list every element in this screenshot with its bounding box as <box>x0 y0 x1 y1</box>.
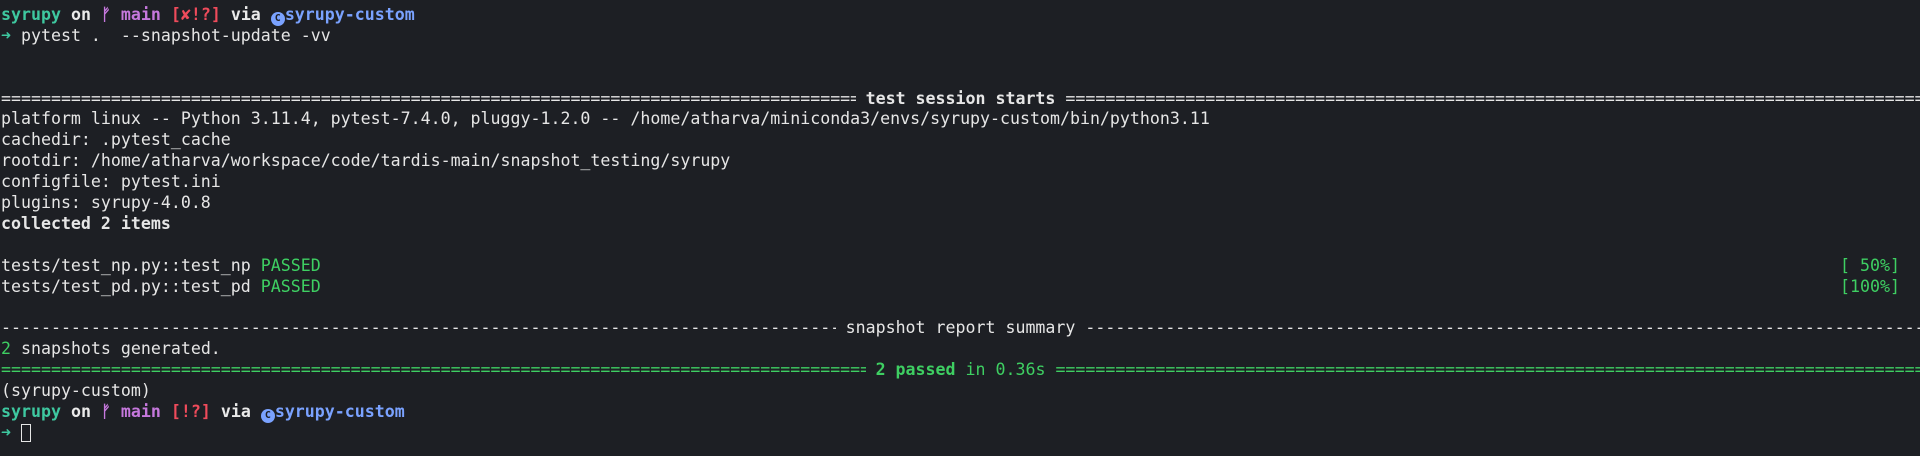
session-header: ========================================… <box>1 89 1920 110</box>
separator-left: ----------------------------------------… <box>1 318 836 338</box>
rootdir-line: rootdir: /home/atharva/workspace/code/ta… <box>1 151 731 171</box>
git-branch-icon: ᚠ <box>100 401 111 421</box>
test-status: PASSED <box>260 255 321 275</box>
git-branch-icon: ᚠ <box>100 5 111 24</box>
test-name: tests/test_np.py::test_np <box>1 255 251 275</box>
prompt-via: via <box>220 401 251 421</box>
terminal-window[interactable]: ~/syrupy syrupy on ᚠ main [✘!?] via Csyr… <box>0 0 1920 456</box>
separator-left: ========================================… <box>1 88 856 108</box>
input-line[interactable]: ➜ <box>1 423 1920 444</box>
plugins-line: plugins: syrupy-4.0.8 <box>1 193 211 213</box>
test-name: tests/test_pd.py::test_pd <box>1 276 251 296</box>
separator-right: ----------------------------------------… <box>1085 318 1920 338</box>
snapshot-header: ----------------------------------------… <box>1 318 1920 339</box>
session-title: test session starts <box>855 88 1066 108</box>
prompt-line-1: syrupy on ᚠ main [✘!?] via Csyrupy-custo… <box>1 5 1920 26</box>
configfile-line: configfile: pytest.ini <box>1 172 221 192</box>
platform-line: platform linux -- Python 3.11.4, pytest-… <box>1 109 1210 129</box>
passed-count: 2 passed <box>875 360 956 380</box>
prompt-line-2: syrupy on ᚠ main [!?] via Csyrupy-custom <box>1 402 1920 423</box>
test-progress: [100%] <box>1840 276 1900 296</box>
separator-right: ========================================… <box>1055 360 1920 380</box>
prompt-branch: main <box>120 5 161 24</box>
snapshot-title: snapshot report summary <box>835 318 1086 338</box>
prompt-arrow-icon: ➜ <box>1 25 11 45</box>
prompt-on: on <box>70 5 91 24</box>
command-line: ➜ pytest . --snapshot-update -vv <box>1 26 1920 47</box>
conda-icon: C <box>260 408 275 423</box>
test-result-row: tests/test_np.py::test_np PASSED [ 50%] <box>1 256 1920 277</box>
prompt-on: on <box>70 401 91 421</box>
prompt-branch: main <box>120 401 161 421</box>
separator-left: ========================================… <box>1 360 866 380</box>
prompt-git-status: [!?] <box>170 401 211 421</box>
prompt-dir: syrupy <box>1 5 61 24</box>
test-result-row: tests/test_pd.py::test_pd PASSED [100%] <box>1 277 1920 298</box>
duration: in 0.36s <box>955 360 1046 380</box>
collected-line: collected 2 items <box>1 213 171 233</box>
test-progress: [ 50%] <box>1840 255 1900 275</box>
conda-icon: C <box>270 12 285 26</box>
snapshot-count: 2 <box>1 339 11 359</box>
snapshot-generated-text: snapshots generated. <box>11 339 221 359</box>
snapshot-generated-line: 2 snapshots generated. <box>1 339 1920 360</box>
text-cursor[interactable] <box>21 423 31 442</box>
prompt-via: via <box>230 5 261 24</box>
prompt-git-status: [✘!?] <box>170 5 221 24</box>
env-line: (syrupy-custom) <box>1 381 151 401</box>
separator-right: ========================================… <box>1065 88 1920 108</box>
prompt-env: syrupy-custom <box>284 5 415 24</box>
cachedir-line: cachedir: .pytest_cache <box>1 130 231 150</box>
prompt-env: syrupy-custom <box>274 401 405 421</box>
command-text: pytest . --snapshot-update -vv <box>21 25 331 45</box>
prompt-dir: syrupy <box>1 401 61 421</box>
test-status: PASSED <box>260 276 321 296</box>
summary-line: ========================================… <box>1 360 1920 381</box>
prompt-arrow-icon: ➜ <box>1 422 11 442</box>
